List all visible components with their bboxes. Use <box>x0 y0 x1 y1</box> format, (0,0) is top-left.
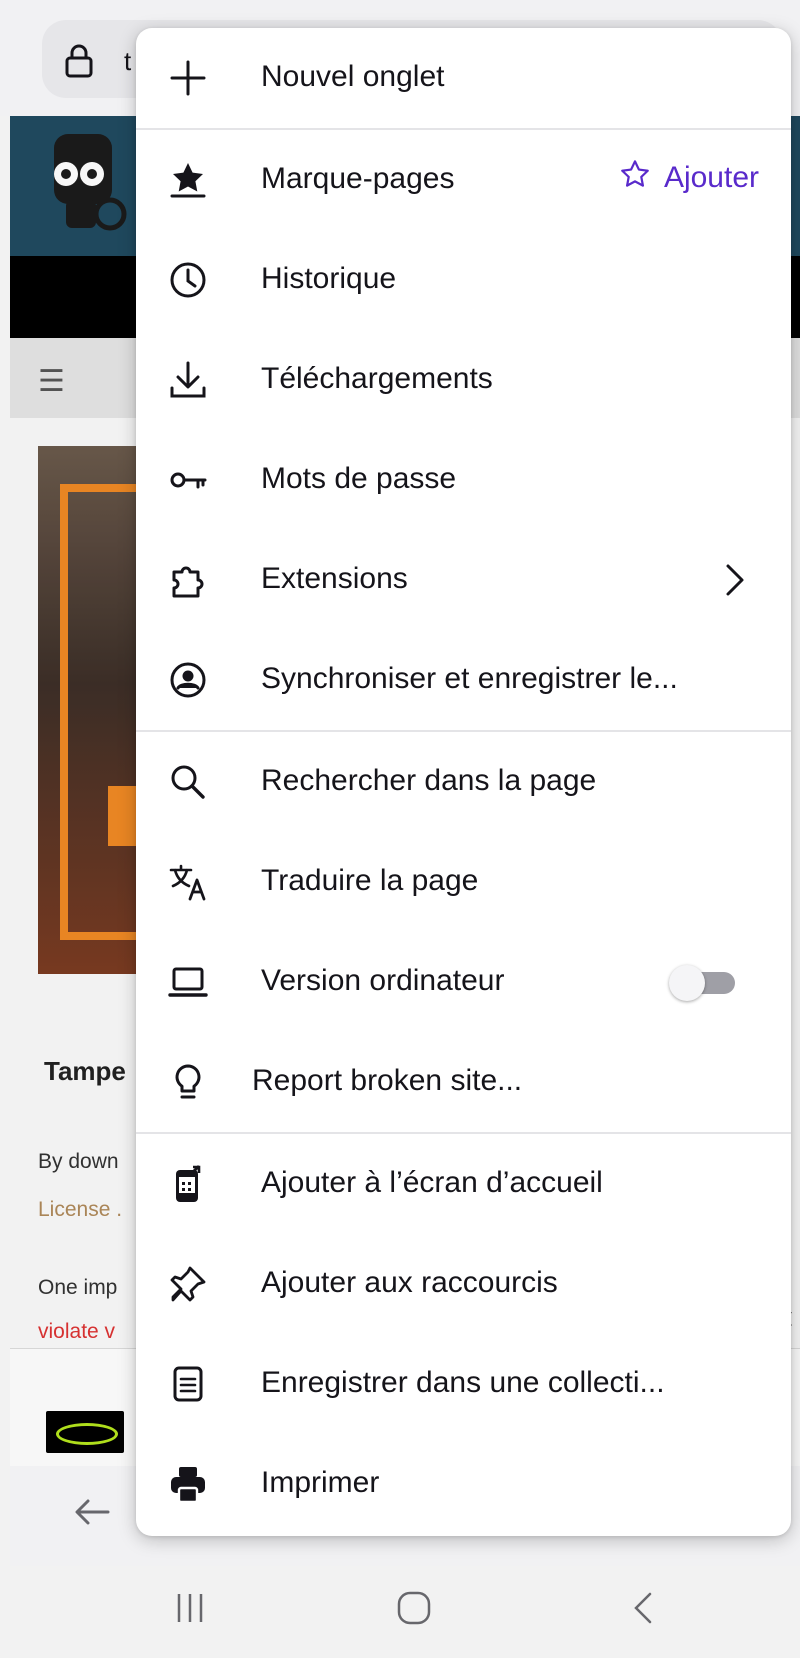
search-icon <box>168 762 208 802</box>
menu-item-print[interactable]: Imprimer <box>136 1434 791 1534</box>
menu-item-sync[interactable]: Synchroniser et enregistrer le... <box>136 630 791 730</box>
account-icon <box>168 660 208 700</box>
menu-item-add-to-homescreen[interactable]: Ajouter à l’écran d’accueil <box>136 1134 791 1234</box>
add-bookmark-button[interactable]: Ajouter <box>618 158 759 197</box>
menu-item-label: Imprimer <box>261 1466 380 1499</box>
plus-icon <box>168 58 208 98</box>
menu-item-desktop-site[interactable]: Version ordinateur <box>136 932 791 1032</box>
menu-item-translate[interactable]: Traduire la page <box>136 832 791 932</box>
toggle-knob <box>669 965 705 1001</box>
menu-item-label: Ajouter aux raccourcis <box>261 1266 558 1299</box>
menu-item-history[interactable]: Historique <box>136 230 791 330</box>
star-outline-icon <box>618 158 652 197</box>
menu-item-label: Extensions <box>261 562 408 595</box>
add-bookmark-label: Ajouter <box>663 160 759 194</box>
menu-item-extensions[interactable]: Extensions <box>136 530 791 630</box>
menu-item-label: Version ordinateur <box>261 964 505 997</box>
overflow-menu: Nouvel onglet Marque-pages Ajouter Histo… <box>136 28 791 1536</box>
chevron-right-icon <box>723 560 747 605</box>
menu-item-label: Enregistrer dans une collecti... <box>261 1366 665 1399</box>
menu-item-label: Report broken site... <box>252 1064 523 1097</box>
menu-item-find-in-page[interactable]: Rechercher dans la page <box>136 732 791 832</box>
collection-icon <box>168 1364 208 1404</box>
clock-icon <box>168 260 208 300</box>
menu-item-report-broken-site[interactable]: Report broken site... <box>136 1032 791 1132</box>
menu-item-label: Marque-pages <box>261 162 455 195</box>
menu-item-passwords[interactable]: Mots de passe <box>136 430 791 530</box>
menu-item-save-to-collection[interactable]: Enregistrer dans une collecti... <box>136 1334 791 1434</box>
lightbulb-icon <box>168 1062 208 1102</box>
key-icon <box>168 460 208 500</box>
pin-icon <box>168 1264 208 1304</box>
menu-item-new-tab[interactable]: Nouvel onglet <box>136 28 791 128</box>
menu-item-label: Nouvel onglet <box>261 60 445 93</box>
menu-item-label: Traduire la page <box>261 864 479 897</box>
menu-item-label: Mots de passe <box>261 462 457 495</box>
add-to-homescreen-icon <box>168 1164 208 1204</box>
menu-item-label: Rechercher dans la page <box>261 764 597 797</box>
laptop-icon <box>168 962 208 1002</box>
puzzle-icon <box>168 560 208 600</box>
menu-item-bookmarks[interactable]: Marque-pages Ajouter <box>136 130 791 230</box>
menu-item-add-to-shortcuts[interactable]: Ajouter aux raccourcis <box>136 1234 791 1334</box>
download-icon <box>168 360 208 400</box>
desktop-site-toggle[interactable] <box>669 965 735 1001</box>
printer-icon <box>168 1464 208 1504</box>
menu-item-label: Synchroniser et enregistrer le... <box>261 662 678 695</box>
menu-item-label: Historique <box>261 262 397 295</box>
menu-item-downloads[interactable]: Téléchargements <box>136 330 791 430</box>
translate-icon <box>168 862 208 902</box>
menu-item-label: Ajouter à l’écran d’accueil <box>261 1166 603 1199</box>
bookmark-star-icon <box>168 160 208 200</box>
menu-item-label: Téléchargements <box>261 362 493 395</box>
